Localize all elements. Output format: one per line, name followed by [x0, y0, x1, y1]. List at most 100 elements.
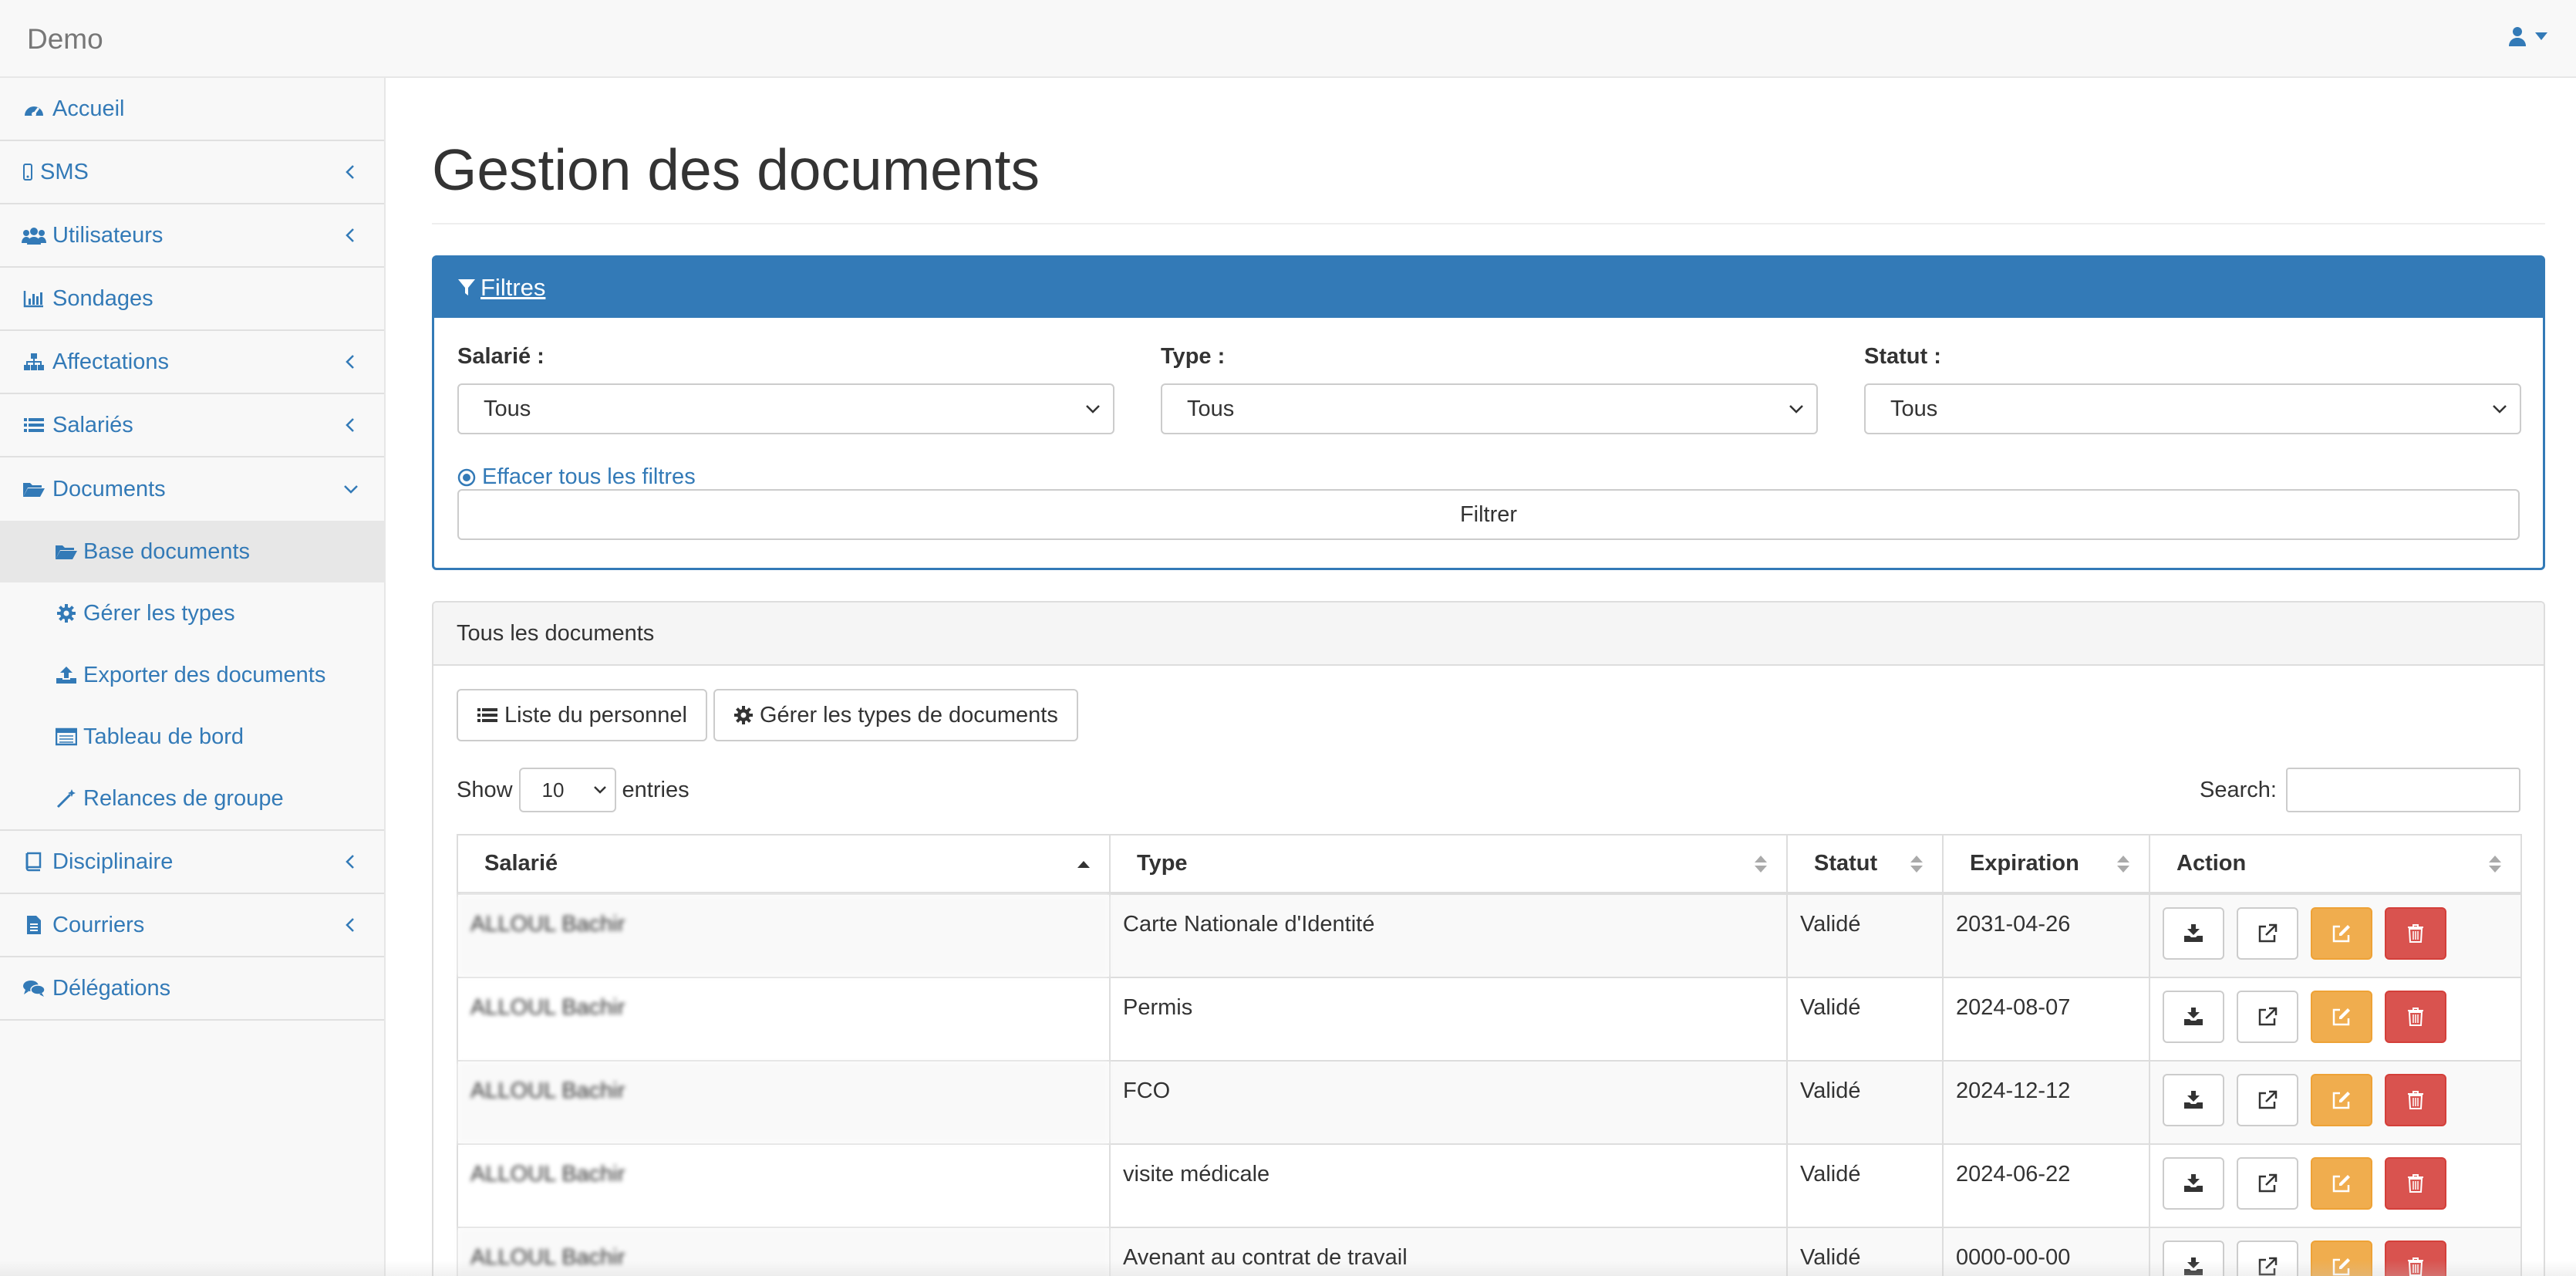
- submenu-item-gerer-types[interactable]: Gérer les types: [0, 582, 384, 644]
- delete-button[interactable]: [2385, 991, 2446, 1043]
- clear-filters-label: Effacer tous les filtres: [482, 464, 696, 489]
- download-icon: [2184, 924, 2203, 942]
- brand-title[interactable]: Demo: [27, 23, 103, 56]
- documents-panel-title: Tous les documents: [433, 603, 2544, 666]
- submenu-item-exporter[interactable]: Exporter des documents: [0, 644, 384, 706]
- sidebar-item-label: Utilisateurs: [52, 222, 164, 248]
- employee-name-link[interactable]: ALLOUL Bachir: [457, 977, 1111, 1062]
- chevron-down-icon: [1086, 405, 1100, 414]
- download-button[interactable]: [2163, 907, 2224, 960]
- employee-name-link[interactable]: ALLOUL Bachir: [457, 1060, 1111, 1145]
- filter-panel-header[interactable]: Filtres: [434, 258, 2543, 318]
- submenu-item-label: Relances de groupe: [83, 785, 284, 811]
- sidebar-item-delegations[interactable]: Délégations: [0, 957, 384, 1021]
- column-header-expiration[interactable]: Expiration: [1942, 834, 2150, 895]
- open-external-button[interactable]: [2237, 1157, 2298, 1210]
- sidebar-item-sms[interactable]: SMS: [0, 141, 384, 204]
- document-expiration-cell: 2031-04-26: [1942, 893, 2150, 978]
- open-external-button[interactable]: [2237, 1074, 2298, 1126]
- table-row[interactable]: ALLOUL Bachir Carte Nationale d'Identité…: [457, 893, 2522, 978]
- edit-button[interactable]: [2311, 1074, 2372, 1126]
- chevron-left-icon: [346, 418, 354, 432]
- edit-button[interactable]: [2311, 1157, 2372, 1210]
- sidebar-item-documents[interactable]: Documents: [0, 457, 384, 521]
- column-header-action[interactable]: Action: [2149, 834, 2522, 895]
- edit-button[interactable]: [2311, 907, 2372, 960]
- sidebar-item-disciplinaire[interactable]: Disciplinaire: [0, 831, 384, 894]
- submenu-item-base-documents[interactable]: Base documents: [0, 521, 384, 582]
- staff-list-label: Liste du personnel: [504, 702, 687, 727]
- filter-icon: [458, 279, 475, 295]
- filter-toggle-link[interactable]: Filtres: [480, 274, 545, 302]
- submenu-item-tableau-de-bord[interactable]: Tableau de bord: [0, 706, 384, 768]
- status-select-value: Tous: [1890, 396, 1938, 421]
- documents-panel: Tous les documents Liste du personnel Gé…: [432, 601, 2545, 1276]
- chevron-down-icon: [1789, 405, 1803, 414]
- filter-employee: Salarié : Tous: [457, 344, 1114, 434]
- sidebar-item-label: Documents: [52, 476, 166, 501]
- download-button[interactable]: [2163, 1074, 2224, 1126]
- clear-filters-link[interactable]: Effacer tous les filtres: [457, 464, 696, 490]
- folder-open-icon: [22, 478, 46, 501]
- open-external-button[interactable]: [2237, 907, 2298, 960]
- document-actions-cell: [2149, 1060, 2522, 1145]
- sidebar-item-salaries[interactable]: Salariés: [0, 394, 384, 457]
- list-icon: [22, 414, 46, 437]
- entries-length-select[interactable]: 10: [518, 768, 616, 812]
- column-header-type[interactable]: Type: [1109, 834, 1788, 895]
- edit-button[interactable]: [2311, 991, 2372, 1043]
- gear-icon: [54, 602, 79, 625]
- entries-label: entries: [622, 777, 690, 802]
- external-link-icon: [2258, 1173, 2278, 1193]
- sidebar-item-label: SMS: [40, 159, 89, 184]
- delete-button[interactable]: [2385, 1074, 2446, 1126]
- book-icon: [22, 850, 46, 873]
- delete-button[interactable]: [2385, 1157, 2446, 1210]
- edit-icon: [2332, 1092, 2350, 1109]
- documents-panel-body: Liste du personnel Gérer les types de do…: [433, 666, 2544, 1276]
- gear-icon: [734, 706, 753, 724]
- document-actions-cell: [2149, 1143, 2522, 1228]
- top-navbar: Demo: [0, 0, 2576, 78]
- column-header-statut[interactable]: Statut: [1786, 834, 1944, 895]
- sidebar-item-sondages[interactable]: Sondages: [0, 268, 384, 331]
- download-button[interactable]: [2163, 991, 2224, 1043]
- table-row[interactable]: ALLOUL Bachir Permis Validé 2024-08-07: [457, 977, 2522, 1062]
- manage-types-button[interactable]: Gérer les types de documents: [713, 689, 1078, 741]
- filter-submit-button[interactable]: Filtrer: [457, 489, 2520, 540]
- search-input[interactable]: [2286, 768, 2520, 812]
- column-header-salarie[interactable]: Salarié: [457, 834, 1111, 895]
- delete-button[interactable]: [2385, 907, 2446, 960]
- status-select[interactable]: Tous: [1864, 383, 2521, 434]
- chevron-down-icon: [593, 786, 606, 794]
- sort-icon: [1910, 855, 1923, 873]
- manage-types-label: Gérer les types de documents: [760, 702, 1058, 727]
- download-button[interactable]: [2163, 1157, 2224, 1210]
- sidebar-item-affectations[interactable]: Affectations: [0, 331, 384, 394]
- sidebar-item-courriers[interactable]: Courriers: [0, 894, 384, 957]
- employee-name-link[interactable]: ALLOUL Bachir: [457, 1143, 1111, 1228]
- document-status-cell: Validé: [1786, 1060, 1944, 1145]
- filter-status: Statut : Tous: [1864, 344, 2521, 434]
- document-type-cell: visite médicale: [1109, 1143, 1788, 1228]
- chevron-left-icon: [346, 228, 354, 242]
- trash-icon: [2408, 1174, 2423, 1193]
- sidebar-item-accueil[interactable]: Accueil: [0, 78, 384, 141]
- sidebar-item-utilisateurs[interactable]: Utilisateurs: [0, 204, 384, 268]
- employee-select[interactable]: Tous: [457, 383, 1114, 434]
- download-icon: [2184, 1008, 2203, 1025]
- open-external-button[interactable]: [2237, 991, 2298, 1043]
- table-row[interactable]: ALLOUL Bachir visite médicale Validé 202…: [457, 1143, 2522, 1228]
- table-search: Search:: [2200, 768, 2520, 812]
- magic-wand-icon: [54, 787, 79, 810]
- sidebar-item-label: Salariés: [52, 412, 133, 437]
- user-menu[interactable]: [2508, 26, 2548, 46]
- table-row[interactable]: ALLOUL Bachir FCO Validé 2024-12-12: [457, 1060, 2522, 1145]
- staff-list-button[interactable]: Liste du personnel: [457, 689, 707, 741]
- sidebar-item-label: Délégations: [52, 975, 171, 1001]
- document-type-cell: Carte Nationale d'Identité: [1109, 893, 1788, 978]
- type-select[interactable]: Tous: [1161, 383, 1818, 434]
- filter-type: Type : Tous: [1161, 344, 1818, 434]
- employee-name-link[interactable]: ALLOUL Bachir: [457, 893, 1111, 978]
- submenu-item-relances[interactable]: Relances de groupe: [0, 768, 384, 829]
